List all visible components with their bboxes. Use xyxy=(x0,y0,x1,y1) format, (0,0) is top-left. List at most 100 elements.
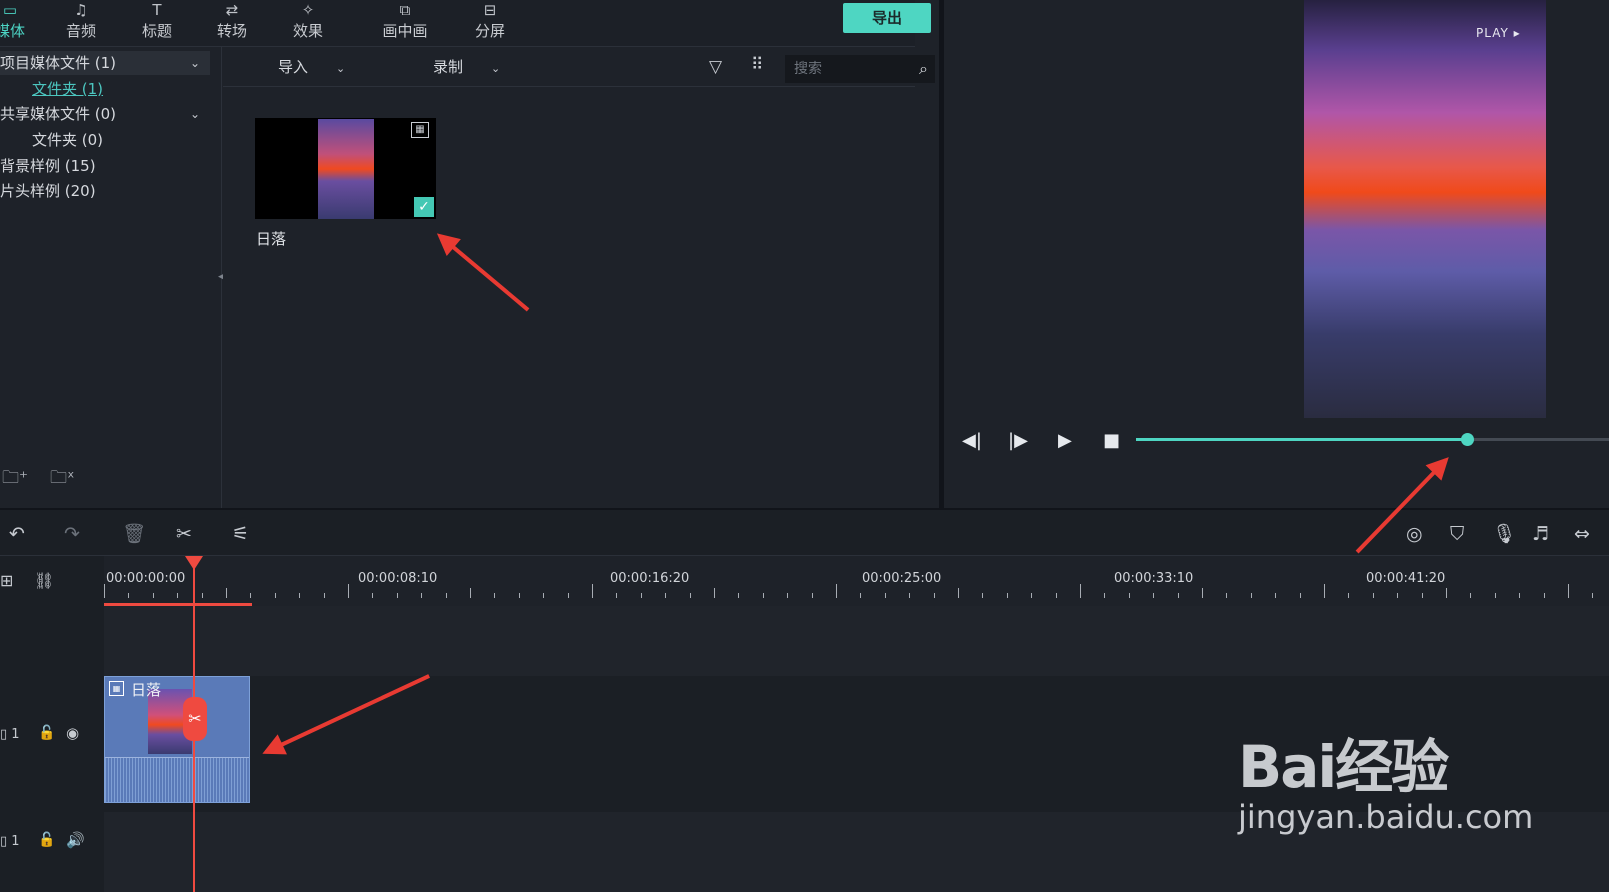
pip-icon: ⧉ xyxy=(399,1,411,19)
ruler-tick xyxy=(323,593,325,598)
ruler-tick xyxy=(543,593,545,598)
tab-pip[interactable]: ⧉ 画中画 xyxy=(368,0,442,47)
link-icon[interactable]: ⛓ xyxy=(34,571,54,590)
split-clip-button[interactable]: ✂ xyxy=(183,697,207,741)
tree-item-folder-1[interactable]: 文件夹 (1) xyxy=(32,77,103,101)
ruler-tick xyxy=(1006,593,1008,598)
watermark-brand: Bai经验 xyxy=(1238,733,1449,801)
watermark-url: jingyan.baidu.com xyxy=(1238,798,1534,836)
ruler-tick xyxy=(1202,588,1203,598)
timeline-ruler[interactable]: 00:00:00:00 00:00:08:10 00:00:16:20 00:0… xyxy=(104,556,1609,606)
ruler-tick xyxy=(787,593,789,598)
ruler-tick xyxy=(1226,593,1228,598)
effects-icon: ✧ xyxy=(301,1,315,19)
tab-split-screen[interactable]: ⊟ 分屏 xyxy=(455,0,525,47)
ruler-tick xyxy=(1080,584,1081,598)
play-button[interactable]: ▶ xyxy=(1058,430,1072,451)
tree-item-shared-media[interactable]: 共享媒体文件 (0) ⌄ xyxy=(0,102,210,126)
ruler-tick xyxy=(836,584,837,598)
marker-icon[interactable]: ⛉ xyxy=(1450,524,1464,544)
play-overlay-label: PLAY ▸ xyxy=(1476,26,1521,40)
ruler-tick xyxy=(567,593,569,598)
ruler-label: 00:00:33:10 xyxy=(1114,571,1194,586)
video-preview xyxy=(1304,0,1546,418)
media-thumbnail[interactable] xyxy=(255,118,436,219)
stop-button[interactable]: ■ xyxy=(1103,430,1120,451)
eye-icon[interactable]: ◉ xyxy=(66,724,79,742)
chevron-down-icon[interactable]: ⌄ xyxy=(190,102,200,126)
record-dropdown[interactable]: 录制 ⌄ xyxy=(433,56,500,77)
tab-effects[interactable]: ✧ 效果 xyxy=(273,0,343,47)
ruler-tick xyxy=(1250,593,1252,598)
chevron-down-icon[interactable]: ⌄ xyxy=(190,51,200,75)
prev-frame-button[interactable]: ◀| xyxy=(962,430,982,451)
ruler-tick xyxy=(1446,588,1447,598)
ruler-tick xyxy=(1177,593,1179,598)
ruler-tick xyxy=(714,588,715,598)
tree-item-project-media[interactable]: 项目媒体文件 (1) ⌄ xyxy=(0,51,210,75)
render-icon[interactable]: ◎ xyxy=(1406,524,1423,544)
next-frame-button[interactable]: |▶ xyxy=(1008,430,1028,451)
ruler-tick xyxy=(1543,593,1545,598)
tab-media[interactable]: ▭ 媒体 xyxy=(0,0,45,47)
search-input[interactable] xyxy=(786,56,896,82)
lock-icon[interactable]: 🔓 xyxy=(38,725,55,741)
ruler-tick xyxy=(689,593,691,598)
ruler-tick xyxy=(1519,593,1521,598)
playhead-handle[interactable] xyxy=(185,556,203,570)
timeline-toolbar: ↶ ↷ 🗑 ✂ ⚟ ◎ ⛉ 🎙 ♬ ⇔ xyxy=(0,508,1609,556)
add-track-icon[interactable]: ⊞ xyxy=(0,571,13,590)
tab-title[interactable]: T 标题 xyxy=(122,0,192,47)
track-headers: ⊞ ⛓ ▯ 1 🔓 ◉ ▯ 1 🔓 🔊 xyxy=(0,556,104,892)
ruler-tick xyxy=(201,593,203,598)
tree-item-background-samples[interactable]: 背景样例 (15) xyxy=(0,154,96,178)
thumbnail-image xyxy=(318,119,374,219)
ruler-tick xyxy=(1324,584,1325,598)
audio-waveform xyxy=(105,757,249,802)
progress-knob[interactable] xyxy=(1461,433,1474,446)
microphone-icon[interactable]: 🎙 xyxy=(1492,524,1516,544)
ruler-tick xyxy=(421,593,423,598)
tree-item-intro-samples[interactable]: 片头样例 (20) xyxy=(0,179,96,203)
ruler-tick xyxy=(811,593,813,598)
ruler-tick xyxy=(518,593,520,598)
tree-item-folder-0[interactable]: 文件夹 (0) xyxy=(32,128,103,152)
tab-audio[interactable]: ♫ 音频 xyxy=(46,0,116,47)
adjust-icon[interactable]: ⚟ xyxy=(232,524,249,544)
fit-timeline-icon[interactable]: ⇔ xyxy=(1574,524,1590,544)
tab-transition[interactable]: ⇄ 转场 xyxy=(197,0,267,47)
grid-view-icon[interactable]: ⠿ xyxy=(751,55,763,75)
ruler-tick xyxy=(958,588,959,598)
search-icon[interactable]: ⌕ xyxy=(919,59,928,79)
speaker-icon[interactable]: 🔊 xyxy=(66,831,85,849)
filter-icon[interactable]: ▽ xyxy=(709,57,722,77)
ruler-tick xyxy=(1055,593,1057,598)
ruler-tick xyxy=(1275,593,1277,598)
import-dropdown[interactable]: 导入 ⌄ xyxy=(278,56,345,77)
ruler-tick xyxy=(177,593,179,598)
ruler-label: 00:00:08:10 xyxy=(358,571,438,586)
delete-icon[interactable]: 🗑 xyxy=(122,524,146,544)
ruler-tick xyxy=(665,593,667,598)
split-screen-icon: ⊟ xyxy=(483,1,497,19)
delete-folder-icon[interactable]: 🗀ˣ xyxy=(50,465,75,494)
export-button[interactable]: 导出 xyxy=(843,3,931,33)
lock-icon[interactable]: 🔓 xyxy=(38,832,55,848)
redo-icon[interactable]: ↷ xyxy=(64,524,80,544)
audio-mixer-icon[interactable]: ♬ xyxy=(1532,524,1549,544)
new-folder-icon[interactable]: 🗀⁺ xyxy=(2,465,28,494)
ruler-label: 00:00:25:00 xyxy=(862,571,942,586)
ruler-tick xyxy=(1568,584,1569,598)
text-title-icon: T xyxy=(152,1,162,19)
scissors-icon[interactable]: ✂ xyxy=(176,524,192,544)
ruler-tick xyxy=(1348,593,1350,598)
media-item-name: 日落 xyxy=(256,230,287,248)
ruler-tick xyxy=(1592,593,1594,598)
ruler-tick xyxy=(1031,593,1033,598)
ruler-tick xyxy=(1397,593,1399,598)
video-clip[interactable]: ▦ 日落 xyxy=(104,676,250,803)
checkmark-icon[interactable]: ✓ xyxy=(414,197,434,217)
ruler-tick xyxy=(445,593,447,598)
undo-icon[interactable]: ↶ xyxy=(9,524,25,544)
ruler-tick xyxy=(592,584,593,598)
